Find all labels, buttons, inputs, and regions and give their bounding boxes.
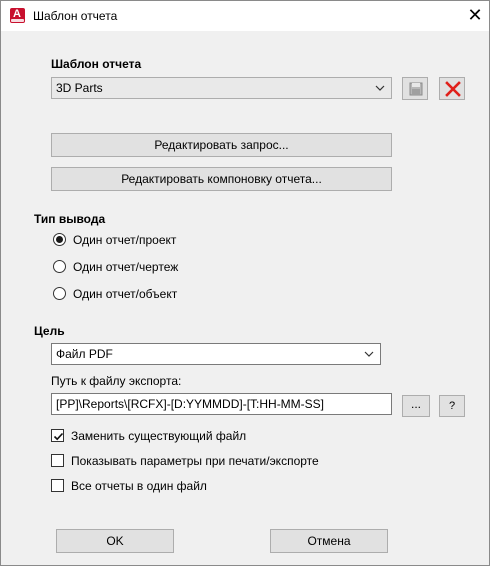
- help-button[interactable]: ?: [439, 395, 465, 417]
- radio-label-one-per-drawing: Один отчет/чертеж: [73, 260, 179, 274]
- close-icon[interactable]: ✕: [463, 4, 487, 28]
- checkbox-all-in-one-file[interactable]: [51, 479, 64, 492]
- export-path-label: Путь к файлу экспорта:: [51, 374, 182, 388]
- autocad-app-icon: A: [10, 8, 25, 23]
- output-type-heading: Тип вывода: [34, 212, 106, 226]
- title-bar: A Шаблон отчета ✕: [1, 1, 489, 31]
- radio-one-per-object[interactable]: [53, 287, 66, 300]
- checkbox-label-all-in-one-file: Все отчеты в один файл: [71, 479, 207, 493]
- target-format-select[interactable]: Файл PDF: [51, 343, 381, 365]
- edit-query-button[interactable]: Редактировать запрос...: [51, 133, 392, 157]
- chevron-down-icon: [375, 85, 385, 91]
- save-icon: [409, 82, 423, 96]
- delete-template-button[interactable]: [439, 77, 465, 100]
- checkbox-label-replace-existing: Заменить существующий файл: [71, 429, 247, 443]
- radio-label-one-per-project: Один отчет/проект: [73, 233, 177, 247]
- window-title: Шаблон отчета: [33, 9, 118, 23]
- radio-label-one-per-object: Один отчет/объект: [73, 287, 178, 301]
- target-format-value: Файл PDF: [56, 347, 113, 361]
- template-select-value: 3D Parts: [56, 81, 103, 95]
- target-heading: Цель: [34, 324, 65, 338]
- radio-one-per-project[interactable]: [53, 233, 66, 246]
- delete-icon: [445, 81, 461, 97]
- checkbox-label-show-print-options: Показывать параметры при печати/экспорте: [71, 454, 319, 468]
- template-select[interactable]: 3D Parts: [51, 77, 392, 99]
- report-template-dialog: A Шаблон отчета ✕ Шаблон отчета 3D Parts…: [0, 0, 490, 566]
- ok-button[interactable]: OK: [56, 529, 174, 553]
- checkbox-show-print-options[interactable]: [51, 454, 64, 467]
- export-path-input[interactable]: [PP]\Reports\[RCFX]-[D:YYMMDD]-[T:HH-MM-…: [51, 393, 392, 415]
- radio-one-per-drawing[interactable]: [53, 260, 66, 273]
- template-heading: Шаблон отчета: [51, 57, 142, 71]
- checkbox-replace-existing[interactable]: [51, 429, 64, 442]
- cancel-button[interactable]: Отмена: [270, 529, 388, 553]
- edit-layout-button[interactable]: Редактировать компоновку отчета...: [51, 167, 392, 191]
- save-template-button[interactable]: [402, 77, 428, 100]
- checkmark-icon: [53, 432, 64, 441]
- browse-button[interactable]: ...: [402, 395, 430, 417]
- chevron-down-icon: [364, 351, 374, 357]
